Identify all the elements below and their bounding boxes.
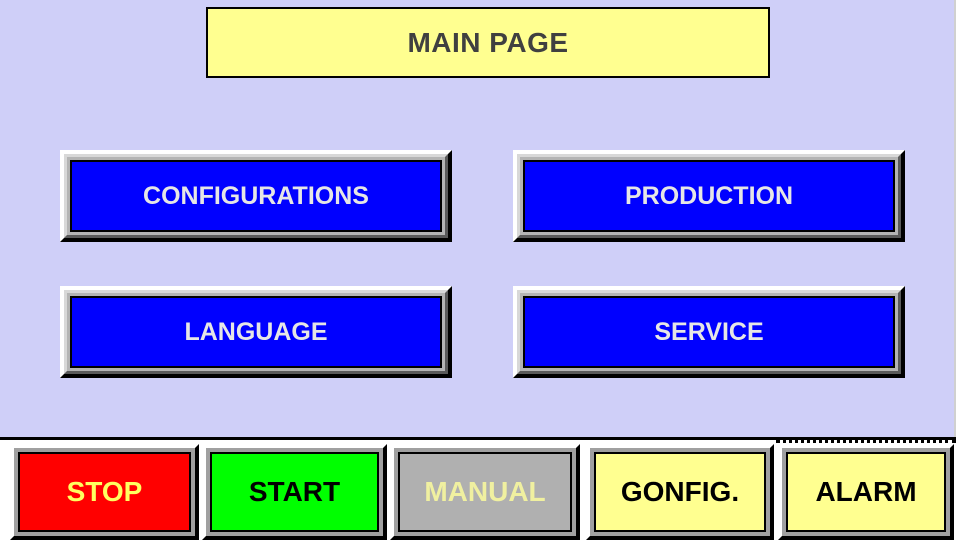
service-button[interactable]: SERVICE: [523, 296, 895, 368]
configurations-button[interactable]: CONFIGURATIONS: [70, 160, 442, 232]
manual-button[interactable]: MANUAL: [390, 444, 580, 540]
alarm-label: ALARM: [786, 452, 946, 532]
stop-label: STOP: [18, 452, 191, 532]
configurations-button-frame[interactable]: CONFIGURATIONS: [60, 150, 452, 242]
production-button[interactable]: PRODUCTION: [523, 160, 895, 232]
language-button-frame[interactable]: LANGUAGE: [60, 286, 452, 378]
alarm-button[interactable]: ALARM: [778, 444, 954, 540]
production-button-frame[interactable]: PRODUCTION: [513, 150, 905, 242]
config-button[interactable]: GONFIG.: [586, 444, 774, 540]
page-title: MAIN PAGE: [206, 7, 770, 78]
start-button[interactable]: START: [202, 444, 387, 540]
service-button-frame[interactable]: SERVICE: [513, 286, 905, 378]
stop-button[interactable]: STOP: [10, 444, 199, 540]
manual-label: MANUAL: [398, 452, 572, 532]
start-label: START: [210, 452, 379, 532]
language-button[interactable]: LANGUAGE: [70, 296, 442, 368]
config-label: GONFIG.: [594, 452, 766, 532]
